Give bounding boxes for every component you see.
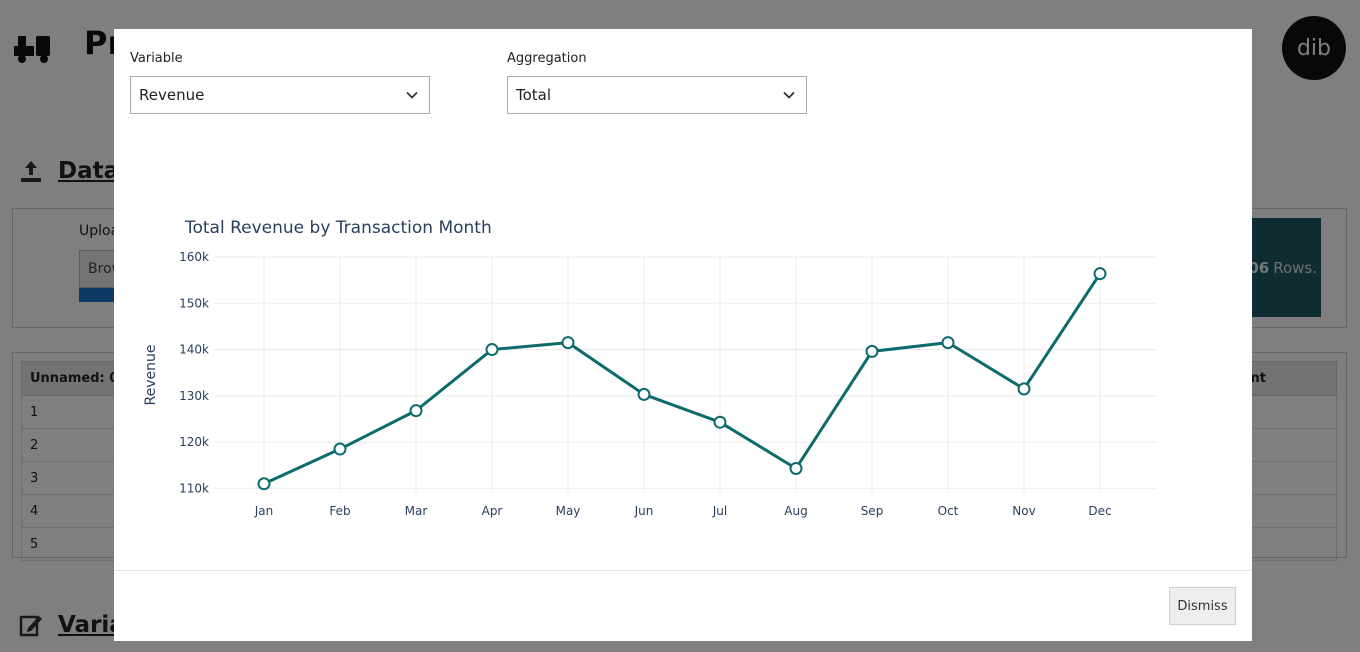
data-point-sep [865, 344, 879, 358]
x-tick-label: May [556, 504, 581, 518]
revenue-line-chart: Total Revenue by Transaction Month 110k 12… [143, 218, 1156, 518]
aggregation-label: Aggregation [507, 51, 587, 66]
data-point-may [561, 336, 575, 350]
data-point-jun [637, 387, 651, 401]
data-point-feb [333, 442, 347, 456]
x-tick-label: Dec [1088, 504, 1111, 518]
y-axis-label: Revenue [143, 345, 159, 406]
data-point-oct [941, 336, 955, 350]
chevron-down-icon [406, 91, 418, 99]
data-point-mar [409, 404, 423, 418]
chevron-down-icon [783, 91, 795, 99]
x-tick-label: Apr [482, 504, 503, 518]
data-point-nov [1017, 382, 1031, 396]
aggregation-select-value: Total [516, 86, 552, 104]
dismiss-button[interactable]: Dismiss [1169, 587, 1236, 625]
y-tick-label: 160k [179, 250, 209, 264]
data-point-aug [789, 461, 803, 475]
x-tick-label: Jan [254, 504, 274, 518]
data-point-apr [485, 343, 499, 357]
x-tick-label: Mar [405, 504, 428, 518]
data-point-dec [1093, 267, 1107, 281]
variable-select[interactable]: Revenue [130, 76, 430, 114]
y-tick-label: 130k [179, 389, 209, 403]
chart-modal: Variable Revenue Aggregation Total Total… [114, 29, 1252, 641]
y-tick-label: 140k [179, 343, 209, 357]
x-tick-label: Nov [1012, 504, 1035, 518]
x-tick-label: Aug [784, 504, 807, 518]
chart-container: Total Revenue by Transaction Month 110k 12… [114, 169, 1252, 559]
data-point-jan [257, 477, 271, 491]
x-tick-label: Oct [938, 504, 959, 518]
variable-select-value: Revenue [139, 86, 205, 104]
x-tick-label: Jul [712, 504, 727, 518]
x-tick-label: Sep [861, 504, 884, 518]
aggregation-select[interactable]: Total [507, 76, 807, 114]
y-tick-label: 110k [179, 481, 209, 495]
variable-label: Variable [130, 51, 183, 66]
y-tick-label: 120k [179, 435, 209, 449]
y-tick-label: 150k [179, 296, 209, 310]
chart-title: Total Revenue by Transaction Month [184, 218, 492, 238]
data-point-jul [713, 415, 727, 429]
revenue-series-line [263, 272, 1102, 486]
x-tick-label: Jun [634, 504, 654, 518]
x-tick-label: Feb [329, 504, 350, 518]
modal-footer-divider [114, 570, 1252, 571]
